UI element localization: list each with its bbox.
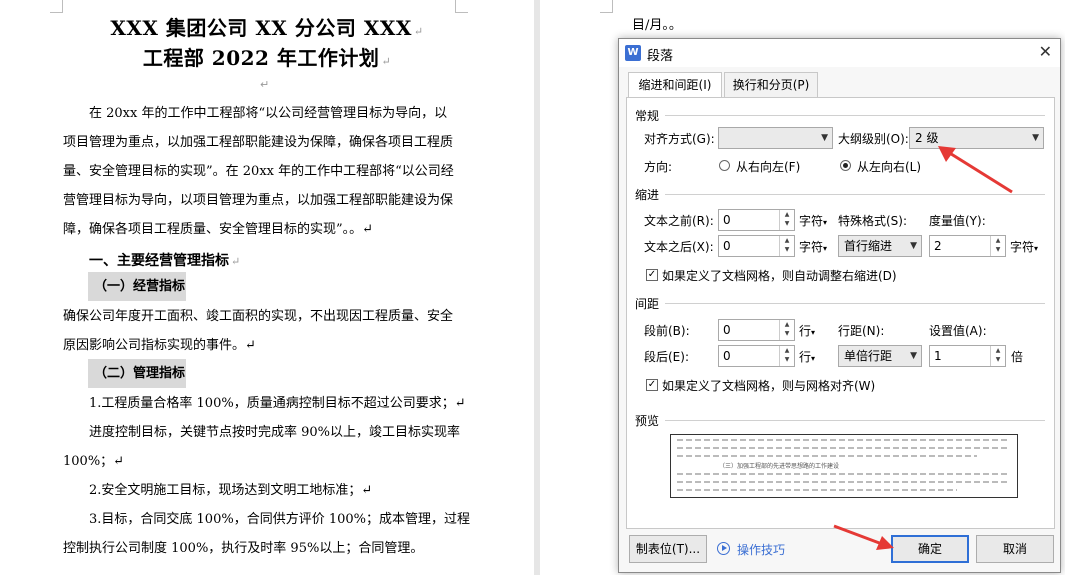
page-corner-mark xyxy=(600,0,613,13)
alignment-label: 对齐方式(G): xyxy=(644,132,715,146)
heading-1[interactable]: 一、主要经营管理指标 ↵ xyxy=(89,250,240,270)
outline-level-label: 大纲级别(O): xyxy=(838,132,909,146)
measure-unit[interactable]: 字符▾ xyxy=(1010,238,1038,255)
preview-line xyxy=(677,481,1007,483)
measure-label: 度量值(Y): xyxy=(929,214,986,228)
space-before-label: 段前(B): xyxy=(644,324,690,338)
paragraph-mark: ↵ xyxy=(260,78,270,91)
document-title-line1: XXX 集团公司 XX 分公司 XXX ↵ xyxy=(110,16,424,40)
space-after-label: 段后(E): xyxy=(644,350,689,364)
indent-before-unit[interactable]: 字符▾ xyxy=(799,212,827,229)
document-page-left: XXX 集团公司 XX 分公司 XXX ↵ 工程部 2022 年工作计划 ↵ ↵ 在… xyxy=(0,0,534,575)
preview-line xyxy=(677,489,957,491)
text-line: 原因影响公司指标实现的事件。↵ xyxy=(63,338,256,353)
heading-1-1-highlighted[interactable]: （一）经营指标 xyxy=(88,272,186,301)
play-tips-icon[interactable] xyxy=(717,542,730,555)
alignment-select[interactable]: ▼ xyxy=(718,127,833,149)
measure-spinner[interactable]: 2 ▲ ▼ xyxy=(929,235,1006,257)
dropdown-arrow-icon: ▼ xyxy=(910,351,917,361)
annotation-arrow-outline xyxy=(938,146,1013,194)
text-line: 2.安全文明施工目标，现场达到文明工地标准；↵ xyxy=(89,483,373,498)
close-icon[interactable]: ✕ xyxy=(1039,42,1052,61)
ok-button[interactable]: 确定 xyxy=(891,535,969,563)
preview-box: （三）加强工程部的先进带思想路的工作建设 xyxy=(670,434,1018,498)
spinner-arrows-icon[interactable]: ▲ ▼ xyxy=(779,346,794,366)
section-divider xyxy=(665,115,1045,116)
spacing-grid-checkbox[interactable]: ✓ xyxy=(646,379,658,391)
space-before-unit[interactable]: 行▾ xyxy=(799,322,815,339)
spinner-arrows-icon[interactable]: ▲ ▼ xyxy=(779,210,794,230)
right-page-text[interactable]: 目/月。。 xyxy=(632,14,682,33)
text-line: 项目管理为重点，以加强工程部职能建设为保障，确保各项目工程质 xyxy=(63,135,454,150)
tips-link[interactable]: 操作技巧 xyxy=(737,541,785,558)
ltr-label: 从左向右(L) xyxy=(857,160,922,174)
setting-value-spinner[interactable]: 1 ▲ ▼ xyxy=(929,345,1006,367)
space-after-unit[interactable]: 行▾ xyxy=(799,348,815,365)
space-before-spinner[interactable]: 0 ▲ ▼ xyxy=(718,319,795,341)
text-line: 在 20xx 年的工作中工程部将“以公司经营管理目标为导向，以 xyxy=(89,106,448,121)
tab-indent-spacing[interactable]: 缩进和间距(I) xyxy=(628,72,722,98)
section-indent-title: 缩进 xyxy=(635,188,660,202)
document-title-line2: 工程部 2022 年工作计划 ↵ xyxy=(142,46,392,70)
section-divider xyxy=(665,303,1045,304)
list-paragraphs[interactable]: 1.工程质量合格率 100%，质量通病控制目标不超过公司要求；↵ 进度控制目标，… xyxy=(63,389,470,563)
preview-line xyxy=(677,473,1007,475)
wps-writer-icon: W xyxy=(625,45,641,61)
rtl-label: 从右向左(F) xyxy=(736,160,801,174)
dropdown-arrow-icon: ▼ xyxy=(910,241,917,251)
spinner-arrows-icon[interactable]: ▲ ▼ xyxy=(779,236,794,256)
preview-sample-text: （三）加强工程部的先进带思想路的工作建设 xyxy=(719,463,840,470)
tab-line-page-breaks[interactable]: 换行和分页(P) xyxy=(724,72,818,97)
text-line: 3.目标，合同交底 100%，合同供方评价 100%；成本管理，过程 xyxy=(89,512,470,527)
ltr-radio[interactable] xyxy=(840,160,851,171)
paragraph-dialog: W 段落 ✕ 缩进和间距(I) 换行和分页(P) 常规 对齐方式(G): ▼ 大… xyxy=(618,38,1061,573)
line-spacing-label: 行距(N): xyxy=(838,324,885,338)
text-line: 量、安全管理目标的实现”。在 20xx 年的工作中工程部将“以公司经 xyxy=(63,164,454,179)
intro-paragraph[interactable]: 在 20xx 年的工作中工程部将“以公司经营管理目标为导向，以 项目管理为重点，… xyxy=(63,99,458,244)
space-after-spinner[interactable]: 0 ▲ ▼ xyxy=(718,345,795,367)
preview-line xyxy=(677,447,1007,449)
paragraph-2[interactable]: 确保公司年度开工面积、竣工面积的实现，不出现因工程质量、安全 原因影响公司指标实… xyxy=(63,302,458,360)
dropdown-arrow-icon: ▼ xyxy=(821,133,828,143)
line-spacing-select[interactable]: 单倍行距 ▼ xyxy=(838,345,922,367)
spinner-arrows-icon[interactable]: ▲ ▼ xyxy=(990,236,1005,256)
cancel-button[interactable]: 取消 xyxy=(976,535,1054,563)
heading-1-2-highlighted[interactable]: （二）管理指标 xyxy=(88,359,186,388)
spinner-arrows-icon[interactable]: ▲ ▼ xyxy=(990,346,1005,366)
text-line: 进度控制目标，关键节点按时完成率 90%以上，竣工目标实现率 xyxy=(89,425,461,440)
dialog-titlebar[interactable]: W 段落 ✕ xyxy=(619,39,1060,67)
text-line: 控制执行公司制度 100%，执行及时率 95%以上；合同管理。 xyxy=(63,541,424,556)
text-line: 100%；↵ xyxy=(63,454,125,469)
indent-before-label: 文本之前(R): xyxy=(644,214,714,228)
spinner-arrows-icon[interactable]: ▲ ▼ xyxy=(779,320,794,340)
section-divider xyxy=(665,420,1045,421)
direction-label: 方向: xyxy=(644,160,673,174)
tab-stops-button[interactable]: 制表位(T)... xyxy=(629,535,707,563)
section-general-title: 常规 xyxy=(635,109,660,123)
setting-value-unit: 倍 xyxy=(1011,350,1024,364)
text-line: 1.工程质量合格率 100%，质量通病控制目标不超过公司要求；↵ xyxy=(89,396,466,411)
indent-after-unit[interactable]: 字符▾ xyxy=(799,238,827,255)
text-line: 营管理目标为导向，以项目管理为重点，以加强工程部职能建设为保 xyxy=(63,193,454,208)
indent-after-spinner[interactable]: 0 ▲ ▼ xyxy=(718,235,795,257)
indent-before-spinner[interactable]: 0 ▲ ▼ xyxy=(718,209,795,231)
special-format-select[interactable]: 首行缩进 ▼ xyxy=(838,235,922,257)
text-line: 确保公司年度开工面积、竣工面积的实现，不出现因工程质量、安全 xyxy=(63,309,454,324)
dialog-title: 段落 xyxy=(647,49,674,64)
section-spacing-title: 间距 xyxy=(635,297,660,311)
text-line: 障，确保各项目工程质量、安全管理目标的实现”。。↵ xyxy=(63,222,374,237)
indent-grid-label: 如果定义了文档网格，则自动调整右缩进(D) xyxy=(662,269,897,283)
spacing-grid-label: 如果定义了文档网格，则与网格对齐(W) xyxy=(662,379,876,393)
preview-line xyxy=(677,455,977,457)
indent-grid-checkbox[interactable]: ✓ xyxy=(646,269,658,281)
setting-value-label: 设置值(A): xyxy=(929,324,987,338)
rtl-radio[interactable] xyxy=(719,160,730,171)
annotation-arrow-ok xyxy=(833,524,894,550)
indent-after-label: 文本之后(X): xyxy=(644,240,714,254)
preview-line xyxy=(677,439,1007,441)
dropdown-arrow-icon: ▼ xyxy=(1032,133,1039,143)
section-preview-title: 预览 xyxy=(635,414,660,428)
special-format-label: 特殊格式(S): xyxy=(838,214,908,228)
